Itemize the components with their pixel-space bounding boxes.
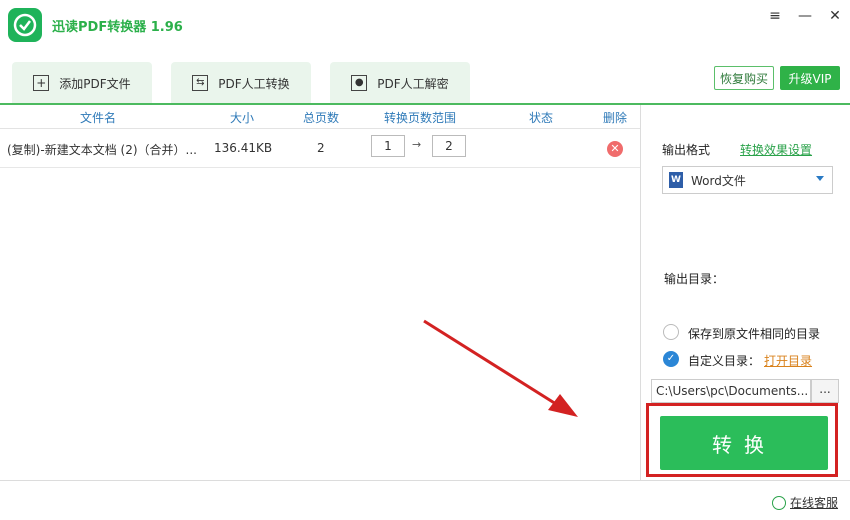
online-service-link[interactable]: 在线客服 xyxy=(772,494,838,511)
range-from-input[interactable]: 1 xyxy=(371,135,405,157)
highlight-box xyxy=(646,403,838,477)
effect-settings-link[interactable]: 转换效果设置 xyxy=(740,141,812,158)
file-pages: 2 xyxy=(317,141,325,155)
minimize-icon[interactable]: — xyxy=(794,6,816,26)
output-path-input[interactable]: C:\Users\pc\Documents... xyxy=(651,379,811,403)
manual-decrypt-label: PDF人工解密 xyxy=(377,76,449,91)
table-row[interactable]: (复制)-新建文本文档 (2)（合并）... 136.41KB 2 1 → 2 … xyxy=(0,130,640,168)
convert-icon: ⇆ xyxy=(192,75,209,91)
add-pdf-label: 添加PDF文件 xyxy=(59,76,131,91)
upgrade-vip-button[interactable]: 升级VIP xyxy=(780,66,840,90)
table-header: 文件名 大小 总页数 转换页数范围 状态 删除 xyxy=(0,105,640,129)
custom-dir-radio[interactable]: ✓ xyxy=(663,351,679,367)
panel-divider xyxy=(640,105,641,480)
menu-icon[interactable]: ≡ xyxy=(764,6,786,26)
same-dir-label: 保存到原文件相同的目录 xyxy=(688,327,821,341)
manual-convert-tab[interactable]: ⇆ PDF人工转换 xyxy=(171,62,311,104)
app-title: 迅读PDF转换器 1.96 xyxy=(52,20,183,35)
file-table: 文件名 大小 总页数 转换页数范围 状态 删除 (复制)-新建文本文档 (2)（… xyxy=(0,105,640,480)
plus-icon: + xyxy=(33,75,50,91)
range-arrow-icon: → xyxy=(412,138,422,151)
col-size: 大小 xyxy=(230,111,255,125)
word-file-icon: W xyxy=(669,172,683,188)
portrait-icon: ● xyxy=(351,75,368,91)
chevron-down-icon xyxy=(816,176,824,181)
manual-convert-label: PDF人工转换 xyxy=(218,76,290,91)
col-range: 转换页数范围 xyxy=(384,111,457,125)
restore-purchase-button[interactable]: 恢复购买 xyxy=(714,66,774,90)
headset-icon xyxy=(772,495,786,510)
open-dir-link[interactable]: 打开目录 xyxy=(764,352,812,369)
same-dir-radio[interactable] xyxy=(663,324,679,340)
app-logo-icon xyxy=(8,8,42,42)
add-pdf-tab[interactable]: + 添加PDF文件 xyxy=(12,62,152,104)
output-format-label: 输出格式 xyxy=(662,143,711,157)
custom-dir-label: 自定义目录： xyxy=(688,354,761,368)
range-to-input[interactable]: 2 xyxy=(432,135,466,157)
manual-decrypt-tab[interactable]: ● PDF人工解密 xyxy=(330,62,470,104)
col-delete: 删除 xyxy=(603,111,628,125)
format-select[interactable]: W Word文件 xyxy=(662,166,833,194)
online-service-label: 在线客服 xyxy=(790,496,839,510)
delete-icon[interactable]: ✕ xyxy=(607,141,623,157)
col-pages: 总页数 xyxy=(303,111,340,125)
output-dir-label: 输出目录： xyxy=(664,272,725,286)
col-filename: 文件名 xyxy=(80,111,117,125)
title-bar: 迅读PDF转换器 1.96 ≡ — ✕ xyxy=(0,0,850,50)
browse-button[interactable]: ... xyxy=(811,379,839,403)
col-status: 状态 xyxy=(529,111,554,125)
footer-divider xyxy=(0,480,850,481)
file-size: 136.41KB xyxy=(214,141,273,155)
format-selected-value: Word文件 xyxy=(691,173,746,188)
close-icon[interactable]: ✕ xyxy=(824,6,846,26)
file-name: (复制)-新建文本文档 (2)（合并）... xyxy=(7,143,197,157)
